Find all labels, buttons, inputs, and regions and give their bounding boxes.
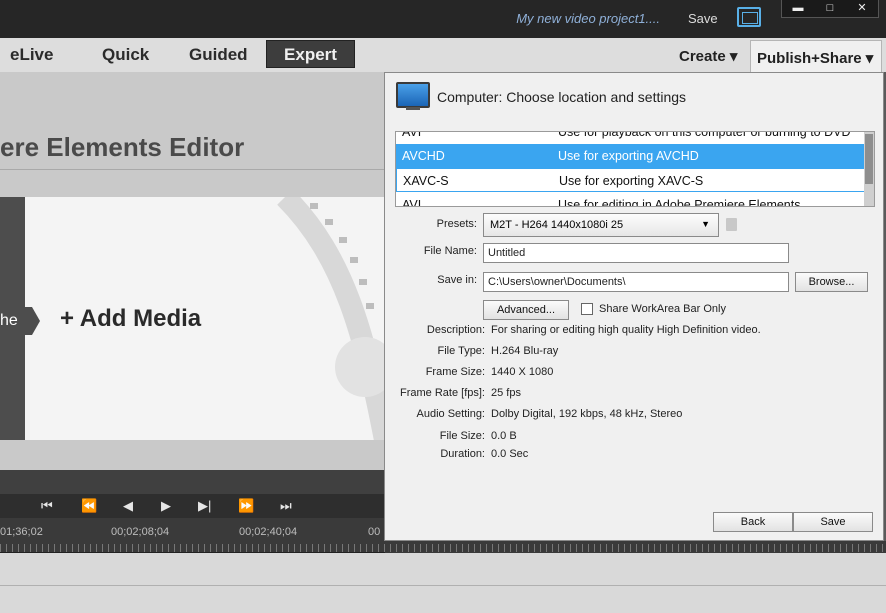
step-forward-icon[interactable]: ▶|	[198, 498, 211, 514]
presets-value: M2T - H264 1440x1080i 25	[490, 219, 624, 231]
project-title: My new video project1....	[516, 11, 660, 26]
share-workarea-label: Share WorkArea Bar Only	[599, 303, 726, 315]
add-media-button[interactable]: + Add Media	[60, 305, 201, 333]
file-type-value: H.264 Blu-ray	[491, 345, 559, 357]
share-workarea-checkbox[interactable]	[581, 303, 593, 315]
file-name-label: File Name:	[423, 245, 477, 257]
next-edit-icon[interactable]: ⏩	[238, 498, 254, 514]
browse-button[interactable]: Browse...	[795, 272, 868, 292]
frame-size-value: 1440 X 1080	[491, 366, 554, 378]
frame-size-label: Frame Size:	[425, 366, 485, 378]
publish-dialog: Computer: Choose location and settings A…	[384, 72, 884, 541]
list-item-selected[interactable]: AVCHD Use for exporting AVCHD	[396, 144, 866, 168]
file-size-value: 0.0 B	[491, 430, 517, 442]
timeline-tracks[interactable]	[0, 553, 886, 613]
description-value: For sharing or editing high quality High…	[491, 324, 761, 336]
play-icon[interactable]: ▶	[161, 498, 171, 514]
divider	[0, 169, 385, 170]
tab-expert[interactable]: Expert	[266, 40, 355, 68]
frame-rate-value: 25 fps	[491, 387, 521, 399]
save-in-field[interactable]	[483, 272, 789, 292]
film-strip-decoration	[277, 197, 385, 440]
frame-rate-label: Frame Rate [fps]:	[400, 387, 485, 399]
step-back-icon[interactable]: ◀	[123, 498, 133, 514]
file-type-label: File Type:	[437, 345, 486, 357]
create-menu[interactable]: Create ▾	[679, 47, 737, 65]
title-bar: My new video project1.... Save ▬ □ ✕	[0, 0, 886, 38]
format-list[interactable]: AVI Use for playback on this computer or…	[395, 131, 875, 207]
format-name: AVCHD	[402, 149, 445, 163]
presets-dropdown[interactable]: M2T - H264 1440x1080i 25 ▼	[483, 213, 719, 237]
format-desc: Use for exporting AVCHD	[558, 149, 699, 163]
list-scrollbar-thumb[interactable]	[865, 134, 873, 184]
maximize-button[interactable]: □	[814, 0, 846, 17]
trash-icon[interactable]	[726, 218, 737, 231]
side-tab-label[interactable]: he	[0, 307, 40, 335]
timeline-header	[0, 470, 385, 494]
list-item[interactable]: AVI Use for editing in Adobe Premiere El…	[396, 193, 866, 207]
description-label: Description:	[426, 324, 485, 336]
fullscreen-icon[interactable]	[737, 7, 761, 27]
advanced-button[interactable]: Advanced...	[483, 300, 569, 320]
timecode-tick: 00	[368, 526, 381, 538]
timecode-tick: 01;36;02	[0, 526, 43, 538]
format-name: AVI	[402, 198, 422, 207]
audio-setting-value: Dolby Digital, 192 kbps, 48 kHz, Stereo	[491, 408, 683, 420]
format-desc: Use for playback on this computer or bur…	[558, 131, 851, 139]
editor-area: ere Elements Editor he + Add Media	[0, 72, 385, 470]
computer-icon-stand	[406, 107, 420, 110]
computer-icon	[396, 82, 430, 108]
go-to-start-icon[interactable]: ⏮	[41, 498, 53, 514]
dialog-heading: Computer: Choose location and settings	[437, 89, 687, 105]
chevron-down-icon: ▼	[701, 219, 710, 229]
close-button[interactable]: ✕	[846, 0, 878, 17]
audio-setting-label: Audio Setting:	[416, 408, 486, 420]
presets-label: Presets:	[436, 218, 477, 230]
list-item[interactable]: XAVC-S Use for exporting XAVC-S	[396, 168, 866, 192]
publish-share-menu[interactable]: Publish+Share ▾	[750, 40, 882, 72]
media-panel: he + Add Media	[0, 197, 385, 440]
track-divider	[0, 585, 886, 586]
format-name: AVI	[402, 131, 422, 139]
duration-label: Duration:	[440, 448, 485, 460]
mode-bar: eLive Quick Guided Expert Create ▾ Publi…	[0, 38, 886, 73]
format-desc: Use for editing in Adobe Premiere Elemen…	[558, 198, 801, 207]
go-to-end-icon[interactable]: ⏭	[280, 498, 292, 514]
save-project-button[interactable]: Save	[688, 11, 718, 26]
minimize-button[interactable]: ▬	[782, 0, 814, 17]
save-button[interactable]: Save	[793, 512, 873, 532]
format-desc: Use for exporting XAVC-S	[559, 174, 704, 188]
file-size-label: File Size:	[439, 430, 485, 442]
tab-guided[interactable]: Guided	[189, 45, 248, 65]
timecode-tick: 00;02;40;04	[239, 526, 298, 538]
editor-title: ere Elements Editor	[0, 132, 245, 162]
previous-edit-icon[interactable]: ⏪	[81, 498, 97, 514]
window-controls: ▬ □ ✕	[781, 0, 879, 18]
tab-elive[interactable]: eLive	[10, 45, 53, 65]
tab-quick[interactable]: Quick	[102, 45, 149, 65]
duration-value: 0.0 Sec	[491, 448, 529, 460]
timecode-tick: 00;02;08;04	[111, 526, 170, 538]
back-button[interactable]: Back	[713, 512, 793, 532]
timeline-ticks	[0, 544, 886, 552]
list-item[interactable]: AVI Use for playback on this computer or…	[396, 131, 866, 144]
transport-controls: ⏮ ⏪ ◀ ▶ ▶| ⏩ ⏭	[0, 494, 385, 518]
format-name: XAVC-S	[403, 174, 449, 188]
save-in-label: Save in:	[437, 274, 477, 286]
file-name-field[interactable]	[483, 243, 789, 263]
